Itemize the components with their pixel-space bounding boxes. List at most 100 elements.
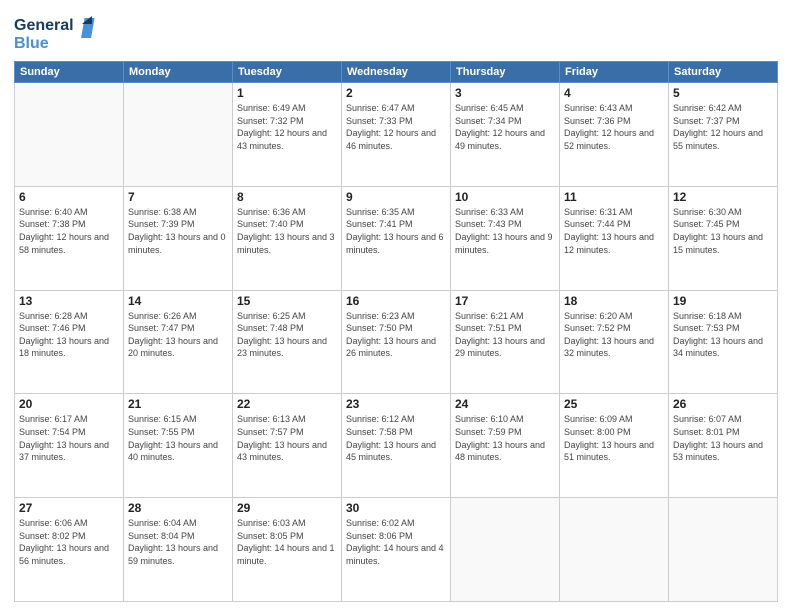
calendar-body: 1 Sunrise: 6:49 AM Sunset: 7:32 PM Daylig… [15, 83, 778, 602]
day-number: 7 [128, 190, 228, 204]
calendar-cell: 24 Sunrise: 6:10 AM Sunset: 7:59 PM Dayli… [451, 394, 560, 498]
day-info: Sunrise: 6:49 AM Sunset: 7:32 PM Dayligh… [237, 102, 337, 152]
day-info: Sunrise: 6:20 AM Sunset: 7:52 PM Dayligh… [564, 310, 664, 360]
day-number: 21 [128, 397, 228, 411]
page: General Blue SundayMondayTuesdayWednesda… [0, 0, 792, 612]
day-number: 11 [564, 190, 664, 204]
calendar-cell: 9 Sunrise: 6:35 AM Sunset: 7:41 PM Daylig… [342, 186, 451, 290]
day-info: Sunrise: 6:10 AM Sunset: 7:59 PM Dayligh… [455, 413, 555, 463]
day-number: 13 [19, 294, 119, 308]
calendar-cell: 26 Sunrise: 6:07 AM Sunset: 8:01 PM Dayli… [669, 394, 778, 498]
calendar-table: SundayMondayTuesdayWednesdayThursdayFrid… [14, 61, 778, 602]
svg-text:General: General [14, 17, 74, 34]
calendar-cell: 8Sunrise: 6:36 AM Sunset: 7:40 PM Daylig… [233, 186, 342, 290]
logo: General Blue [14, 10, 104, 57]
day-number: 1 [237, 86, 337, 100]
day-info: Sunrise: 6:35 AM Sunset: 7:41 PM Dayligh… [346, 206, 446, 256]
calendar-cell: 22 Sunrise: 6:13 AM Sunset: 7:57 PM Dayli… [233, 394, 342, 498]
calendar-week-2: 6 Sunrise: 6:40 AM Sunset: 7:38 PM Daylig… [15, 186, 778, 290]
calendar-cell: 15 Sunrise: 6:25 AM Sunset: 7:48 PM Dayli… [233, 290, 342, 394]
calendar-week-1: 1 Sunrise: 6:49 AM Sunset: 7:32 PM Daylig… [15, 83, 778, 187]
calendar-cell: 14 Sunrise: 6:26 AM Sunset: 7:47 PM Dayli… [124, 290, 233, 394]
calendar-cell: 10Sunrise: 6:33 AM Sunset: 7:43 PM Dayli… [451, 186, 560, 290]
day-number: 2 [346, 86, 446, 100]
day-info: Sunrise: 6:18 AM Sunset: 7:53 PM Dayligh… [673, 310, 773, 360]
calendar-cell: 3 Sunrise: 6:45 AM Sunset: 7:34 PM Daylig… [451, 83, 560, 187]
day-header-thursday: Thursday [451, 62, 560, 83]
day-number: 30 [346, 501, 446, 515]
calendar-cell [15, 83, 124, 187]
day-info: Sunrise: 6:43 AM Sunset: 7:36 PM Dayligh… [564, 102, 664, 152]
calendar-cell: 6 Sunrise: 6:40 AM Sunset: 7:38 PM Daylig… [15, 186, 124, 290]
calendar-cell [560, 498, 669, 602]
calendar-cell [124, 83, 233, 187]
day-header-friday: Friday [560, 62, 669, 83]
day-number: 24 [455, 397, 555, 411]
header: General Blue [14, 10, 778, 57]
day-info: Sunrise: 6:04 AM Sunset: 8:04 PM Dayligh… [128, 517, 228, 567]
day-number: 3 [455, 86, 555, 100]
calendar-cell: 7 Sunrise: 6:38 AM Sunset: 7:39 PM Daylig… [124, 186, 233, 290]
calendar-cell [669, 498, 778, 602]
day-number: 12 [673, 190, 773, 204]
day-number: 28 [128, 501, 228, 515]
day-number: 17 [455, 294, 555, 308]
day-info: Sunrise: 6:13 AM Sunset: 7:57 PM Dayligh… [237, 413, 337, 463]
day-number: 29 [237, 501, 337, 515]
calendar-cell: 11 Sunrise: 6:31 AM Sunset: 7:44 PM Dayli… [560, 186, 669, 290]
day-number: 23 [346, 397, 446, 411]
day-info: Sunrise: 6:09 AM Sunset: 8:00 PM Dayligh… [564, 413, 664, 463]
calendar-cell [451, 498, 560, 602]
day-number: 27 [19, 501, 119, 515]
day-header-tuesday: Tuesday [233, 62, 342, 83]
calendar-cell: 28 Sunrise: 6:04 AM Sunset: 8:04 PM Dayli… [124, 498, 233, 602]
day-info: Sunrise: 6:40 AM Sunset: 7:38 PM Dayligh… [19, 206, 119, 256]
day-info: Sunrise: 6:45 AM Sunset: 7:34 PM Dayligh… [455, 102, 555, 152]
day-info: Sunrise: 6:30 AM Sunset: 7:45 PM Dayligh… [673, 206, 773, 256]
day-info: Sunrise: 6:07 AM Sunset: 8:01 PM Dayligh… [673, 413, 773, 463]
day-info: Sunrise: 6:25 AM Sunset: 7:48 PM Dayligh… [237, 310, 337, 360]
calendar-week-4: 20Sunrise: 6:17 AM Sunset: 7:54 PM Dayli… [15, 394, 778, 498]
day-header-wednesday: Wednesday [342, 62, 451, 83]
day-number: 26 [673, 397, 773, 411]
calendar-cell: 20Sunrise: 6:17 AM Sunset: 7:54 PM Dayli… [15, 394, 124, 498]
day-info: Sunrise: 6:38 AM Sunset: 7:39 PM Dayligh… [128, 206, 228, 256]
day-info: Sunrise: 6:26 AM Sunset: 7:47 PM Dayligh… [128, 310, 228, 360]
day-number: 9 [346, 190, 446, 204]
day-number: 25 [564, 397, 664, 411]
day-info: Sunrise: 6:15 AM Sunset: 7:55 PM Dayligh… [128, 413, 228, 463]
day-info: Sunrise: 6:06 AM Sunset: 8:02 PM Dayligh… [19, 517, 119, 567]
calendar-cell: 17 Sunrise: 6:21 AM Sunset: 7:51 PM Dayli… [451, 290, 560, 394]
day-info: Sunrise: 6:17 AM Sunset: 7:54 PM Dayligh… [19, 413, 119, 463]
calendar-cell: 30 Sunrise: 6:02 AM Sunset: 8:06 PM Dayli… [342, 498, 451, 602]
day-header-saturday: Saturday [669, 62, 778, 83]
day-info: Sunrise: 6:36 AM Sunset: 7:40 PM Dayligh… [237, 206, 337, 256]
calendar-header-row: SundayMondayTuesdayWednesdayThursdayFrid… [15, 62, 778, 83]
calendar-cell: 16Sunrise: 6:23 AM Sunset: 7:50 PM Dayli… [342, 290, 451, 394]
day-header-monday: Monday [124, 62, 233, 83]
calendar-cell: 5Sunrise: 6:42 AM Sunset: 7:37 PM Daylig… [669, 83, 778, 187]
calendar-cell: 23Sunrise: 6:12 AM Sunset: 7:58 PM Dayli… [342, 394, 451, 498]
day-number: 5 [673, 86, 773, 100]
day-number: 15 [237, 294, 337, 308]
day-info: Sunrise: 6:31 AM Sunset: 7:44 PM Dayligh… [564, 206, 664, 256]
day-info: Sunrise: 6:03 AM Sunset: 8:05 PM Dayligh… [237, 517, 337, 567]
day-number: 22 [237, 397, 337, 411]
calendar-cell: 19 Sunrise: 6:18 AM Sunset: 7:53 PM Dayli… [669, 290, 778, 394]
day-number: 19 [673, 294, 773, 308]
calendar-cell: 29 Sunrise: 6:03 AM Sunset: 8:05 PM Dayli… [233, 498, 342, 602]
calendar-cell: 2Sunrise: 6:47 AM Sunset: 7:33 PM Daylig… [342, 83, 451, 187]
logo-text: General Blue [14, 10, 104, 57]
day-info: Sunrise: 6:02 AM Sunset: 8:06 PM Dayligh… [346, 517, 446, 567]
calendar-cell: 4Sunrise: 6:43 AM Sunset: 7:36 PM Daylig… [560, 83, 669, 187]
day-info: Sunrise: 6:28 AM Sunset: 7:46 PM Dayligh… [19, 310, 119, 360]
calendar-week-3: 13 Sunrise: 6:28 AM Sunset: 7:46 PM Dayli… [15, 290, 778, 394]
calendar-cell: 13 Sunrise: 6:28 AM Sunset: 7:46 PM Dayli… [15, 290, 124, 394]
day-number: 14 [128, 294, 228, 308]
day-info: Sunrise: 6:21 AM Sunset: 7:51 PM Dayligh… [455, 310, 555, 360]
calendar-cell: 25 Sunrise: 6:09 AM Sunset: 8:00 PM Dayli… [560, 394, 669, 498]
calendar-cell: 18Sunrise: 6:20 AM Sunset: 7:52 PM Dayli… [560, 290, 669, 394]
day-number: 10 [455, 190, 555, 204]
day-number: 6 [19, 190, 119, 204]
calendar-week-5: 27 Sunrise: 6:06 AM Sunset: 8:02 PM Dayli… [15, 498, 778, 602]
